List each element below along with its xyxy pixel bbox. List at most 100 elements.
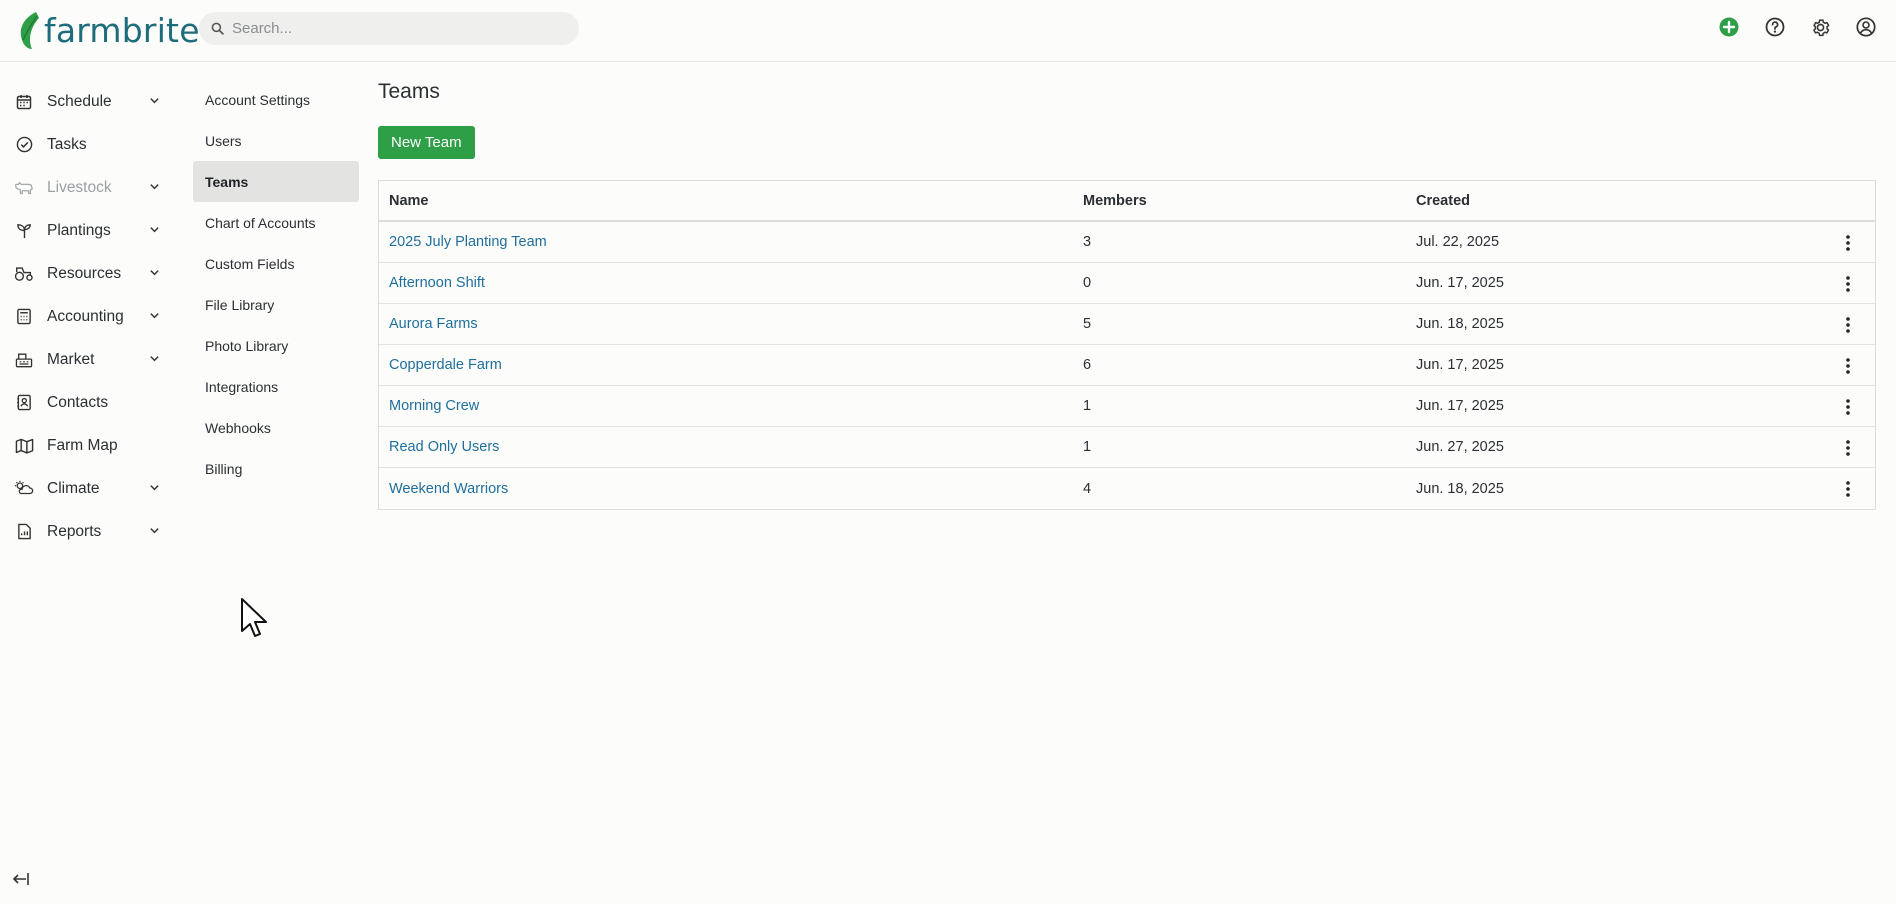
sidebar-item-reports[interactable]: Reports: [0, 510, 180, 553]
team-name-link[interactable]: Afternoon Shift: [389, 275, 485, 291]
members-count: 5: [1083, 316, 1092, 332]
chevron-down-icon: [150, 98, 159, 104]
sidebar-item-plantings[interactable]: Plantings: [0, 209, 180, 252]
more-actions-icon[interactable]: [1838, 274, 1858, 294]
user-account-icon[interactable]: [1855, 16, 1877, 38]
subnav-item-users[interactable]: Users: [193, 120, 359, 161]
more-actions-icon[interactable]: [1838, 315, 1858, 335]
members-count: 0: [1083, 275, 1092, 291]
more-actions-icon[interactable]: [1838, 397, 1858, 417]
search-icon: [211, 22, 224, 35]
team-name-link[interactable]: Read Only Users: [389, 439, 499, 455]
created-date: Jun. 18, 2025: [1416, 316, 1504, 332]
contact-card-icon: [14, 393, 34, 413]
team-name-link[interactable]: Copperdale Farm: [389, 357, 502, 373]
subnav-item-file-library[interactable]: File Library: [193, 284, 359, 325]
sidebar-item-label: Reports: [47, 522, 102, 540]
sidebar-item-label: Accounting: [47, 307, 124, 325]
chevron-down-icon: [150, 485, 159, 491]
sidebar-item-climate[interactable]: Climate: [0, 467, 180, 510]
livestock-icon: [14, 178, 34, 198]
chevron-down-icon: [150, 184, 159, 190]
created-date: Jun. 17, 2025: [1416, 398, 1504, 414]
more-actions-icon[interactable]: [1838, 356, 1858, 376]
members-count: 1: [1083, 398, 1092, 414]
help-icon[interactable]: [1764, 16, 1786, 38]
column-header-created[interactable]: Created: [1416, 193, 1470, 209]
table-row: Afternoon Shift 0 Jun. 17, 2025: [379, 263, 1875, 304]
tractor-icon: [14, 264, 34, 284]
members-count: 3: [1083, 234, 1092, 250]
register-icon: [14, 350, 34, 370]
members-count: 6: [1083, 357, 1092, 373]
brand-name: farmbrite: [44, 10, 200, 50]
created-date: Jun. 17, 2025: [1416, 275, 1504, 291]
sidebar-item-resources[interactable]: Resources: [0, 252, 180, 295]
team-name-link[interactable]: Weekend Warriors: [389, 481, 508, 497]
chevron-down-icon: [150, 270, 159, 276]
sidebar-item-livestock[interactable]: Livestock: [0, 166, 180, 209]
table-row: 2025 July Planting Team 3 Jul. 22, 2025: [379, 222, 1875, 263]
subnav-item-billing[interactable]: Billing: [193, 448, 359, 489]
subnav-item-photo-library[interactable]: Photo Library: [193, 325, 359, 366]
report-icon: [14, 522, 34, 542]
table-row: Aurora Farms 5 Jun. 18, 2025: [379, 304, 1875, 345]
chevron-down-icon: [150, 528, 159, 534]
sidebar-item-label: Farm Map: [47, 436, 118, 454]
sidebar-item-accounting[interactable]: Accounting: [0, 295, 180, 338]
more-actions-icon[interactable]: [1838, 479, 1858, 499]
collapse-sidebar-icon[interactable]: [10, 871, 30, 892]
subnav-item-webhooks[interactable]: Webhooks: [193, 407, 359, 448]
sidebar-item-tasks[interactable]: Tasks: [0, 123, 180, 166]
sidebar-item-schedule[interactable]: Schedule: [0, 80, 180, 123]
subnav-item-account-settings[interactable]: Account Settings: [193, 79, 359, 120]
team-name-link[interactable]: Aurora Farms: [389, 316, 478, 332]
sidebar-item-label: Tasks: [47, 135, 87, 153]
column-header-name[interactable]: Name: [389, 193, 429, 209]
sidebar-item-contacts[interactable]: Contacts: [0, 381, 180, 424]
sidebar-item-label: Plantings: [47, 221, 111, 239]
subnav-item-chart-of-accounts[interactable]: Chart of Accounts: [193, 202, 359, 243]
sidebar-item-label: Resources: [47, 264, 122, 282]
created-date: Jun. 17, 2025: [1416, 357, 1504, 373]
settings-subnav: Account Settings Users Teams Chart of Ac…: [193, 79, 359, 489]
subnav-item-custom-fields[interactable]: Custom Fields: [193, 243, 359, 284]
sidebar-item-market[interactable]: Market: [0, 338, 180, 381]
page-title: Teams: [378, 80, 440, 103]
table-row: Weekend Warriors 4 Jun. 18, 2025: [379, 468, 1875, 509]
gear-icon[interactable]: [1809, 16, 1831, 38]
table-row: Copperdale Farm 6 Jun. 17, 2025: [379, 345, 1875, 386]
chevron-down-icon: [150, 356, 159, 362]
sidebar-item-label: Climate: [47, 479, 100, 497]
new-team-button[interactable]: New Team: [378, 126, 475, 159]
sidebar-item-label: Market: [47, 350, 95, 368]
more-actions-icon[interactable]: [1838, 233, 1858, 253]
main-sidebar: Schedule Tasks Livestock Plantings Resou…: [0, 80, 180, 553]
farmbrite-logo[interactable]: farmbrite: [18, 8, 200, 52]
sidebar-item-label: Contacts: [47, 393, 109, 411]
chevron-down-icon: [150, 313, 159, 319]
created-date: Jun. 18, 2025: [1416, 480, 1504, 497]
top-header: farmbrite: [0, 0, 1896, 62]
chevron-down-icon: [150, 227, 159, 233]
more-actions-icon[interactable]: [1838, 438, 1858, 458]
team-name-link[interactable]: Morning Crew: [389, 398, 479, 414]
sprout-icon: [14, 221, 34, 241]
members-count: 4: [1083, 480, 1092, 497]
subnav-item-integrations[interactable]: Integrations: [193, 366, 359, 407]
check-circle-icon: [14, 135, 34, 155]
search-bar[interactable]: [199, 12, 579, 45]
table-row: Morning Crew 1 Jun. 17, 2025: [379, 386, 1875, 427]
sidebar-item-farm-map[interactable]: Farm Map: [0, 424, 180, 467]
table-row: Read Only Users 1 Jun. 27, 2025: [379, 427, 1875, 468]
map-icon: [14, 436, 34, 456]
add-circle-icon[interactable]: [1718, 16, 1740, 38]
search-input[interactable]: [232, 20, 552, 37]
leaf-logo-icon: [20, 12, 39, 49]
subnav-item-teams[interactable]: Teams: [193, 161, 359, 202]
team-name-link[interactable]: 2025 July Planting Team: [389, 234, 547, 250]
column-header-members[interactable]: Members: [1083, 193, 1147, 209]
weather-icon: [14, 479, 34, 499]
sidebar-item-label: Schedule: [47, 92, 112, 110]
sidebar-item-label: Livestock: [47, 178, 112, 196]
